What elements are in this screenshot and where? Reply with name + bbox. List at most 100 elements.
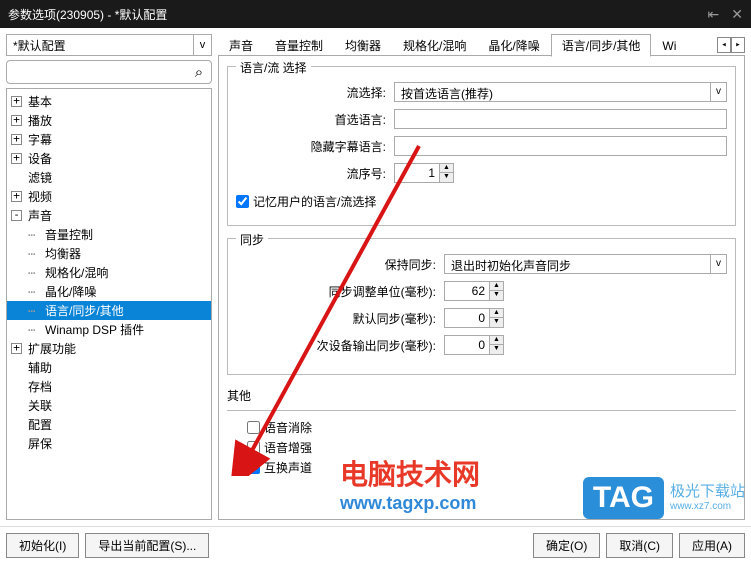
- tree-item[interactable]: 屏保: [7, 434, 211, 453]
- spinner-default-sync[interactable]: ▲▼: [444, 308, 504, 328]
- spin-down-icon[interactable]: ▼: [490, 345, 503, 354]
- spin-up-icon[interactable]: ▲: [490, 282, 503, 291]
- tree-toggle-icon[interactable]: +: [11, 96, 22, 107]
- chevron-down-icon[interactable]: v: [193, 35, 211, 55]
- tree-toggle-icon[interactable]: +: [11, 343, 22, 354]
- label-pref-lang: 首选语言:: [236, 111, 386, 128]
- tree-item[interactable]: 滤镜: [7, 168, 211, 187]
- tab[interactable]: Wi: [651, 36, 687, 56]
- label-hidden-sub: 隐藏字幕语言:: [236, 138, 386, 155]
- tree-item-label: 晶化/降噪: [45, 283, 96, 300]
- label-stream-select: 流选择:: [236, 84, 386, 101]
- select-stream[interactable]: 按首选语言(推荐) v: [394, 82, 727, 102]
- tree-item[interactable]: +视频: [7, 187, 211, 206]
- tree-item[interactable]: 关联: [7, 396, 211, 415]
- pin-icon[interactable]: ⇤: [708, 6, 720, 23]
- tree-item[interactable]: 辅助: [7, 358, 211, 377]
- tree-item-label: 配置: [28, 416, 52, 433]
- tree-item[interactable]: + 字幕: [7, 130, 211, 149]
- left-panel: *默认配置 v ⌕ +基本+播放+字幕+设备滤镜+视频-声音⋯音量控制⋯均衡器⋯…: [6, 34, 212, 520]
- tree-item[interactable]: 配置: [7, 415, 211, 434]
- tab[interactable]: 声音: [218, 34, 264, 57]
- checkbox-voice-remove[interactable]: [247, 421, 260, 434]
- tab[interactable]: 规格化/混响: [392, 34, 477, 57]
- tree-item[interactable]: ⋯音量控制: [7, 225, 211, 244]
- label-secondary-sync: 次设备输出同步(毫秒):: [236, 337, 436, 354]
- spin-up-icon[interactable]: ▲: [490, 336, 503, 345]
- input-secondary-sync[interactable]: [445, 336, 489, 354]
- search-icon[interactable]: ⌕: [187, 64, 211, 81]
- footer: 初始化(I) 导出当前配置(S)... 确定(O) 取消(C) 应用(A): [0, 526, 751, 564]
- spin-down-icon[interactable]: ▼: [440, 173, 453, 182]
- spin-up-icon[interactable]: ▲: [440, 164, 453, 173]
- spin-down-icon[interactable]: ▼: [490, 291, 503, 300]
- input-stream-no[interactable]: [395, 164, 439, 182]
- tree-item[interactable]: ⋯均衡器: [7, 244, 211, 263]
- checkbox-swap-channels[interactable]: [247, 461, 260, 474]
- input-default-sync[interactable]: [445, 309, 489, 327]
- spinner-secondary-sync[interactable]: ▲▼: [444, 335, 504, 355]
- label-swap-channels[interactable]: 互换声道: [264, 459, 312, 476]
- tree-item-label: 字幕: [28, 131, 52, 148]
- tree-item-label: 规格化/混响: [45, 264, 108, 281]
- section-other: 其他 语音消除 语音增强 互换声道: [227, 387, 736, 476]
- tree-item[interactable]: -声音: [7, 206, 211, 225]
- tree-toggle-icon[interactable]: +: [11, 115, 22, 126]
- nav-tree[interactable]: +基本+播放+字幕+设备滤镜+视频-声音⋯音量控制⋯均衡器⋯规格化/混响⋯晶化/…: [6, 88, 212, 520]
- checkbox-remember[interactable]: [236, 195, 249, 208]
- tree-item[interactable]: ⋯语言/同步/其他: [7, 301, 211, 320]
- close-icon[interactable]: ✕: [731, 6, 743, 23]
- tree-item[interactable]: +基本: [7, 92, 211, 111]
- checkbox-voice-enhance[interactable]: [247, 441, 260, 454]
- tree-item[interactable]: 存档: [7, 377, 211, 396]
- titlebar: 参数选项(230905) - *默认配置 ⇤ ✕: [0, 0, 751, 28]
- tree-item[interactable]: ⋯Winamp DSP 插件: [7, 320, 211, 339]
- apply-button[interactable]: 应用(A): [679, 533, 745, 558]
- section-other-title: 其他: [227, 387, 736, 404]
- chevron-down-icon[interactable]: v: [710, 83, 726, 101]
- tree-toggle-icon[interactable]: +: [11, 153, 22, 164]
- label-voice-remove[interactable]: 语音消除: [264, 419, 312, 436]
- tab[interactable]: 音量控制: [264, 34, 334, 57]
- tab-bar: 声音音量控制均衡器规格化/混响晶化/降噪语言/同步/其他Wi ◂▸: [218, 34, 745, 56]
- tree-item-label: 存档: [28, 378, 52, 395]
- input-sync-unit[interactable]: [445, 282, 489, 300]
- tree-item-label: 语言/同步/其他: [45, 302, 124, 319]
- tree-item[interactable]: +播放: [7, 111, 211, 130]
- input-pref-lang[interactable]: [394, 109, 727, 129]
- search-box[interactable]: ⌕: [6, 60, 212, 84]
- tree-item[interactable]: ⋯规格化/混响: [7, 263, 211, 282]
- tree-item[interactable]: ⋯晶化/降噪: [7, 282, 211, 301]
- label-sync-unit: 同步调整单位(毫秒):: [236, 283, 436, 300]
- tab[interactable]: 语言/同步/其他: [551, 34, 652, 57]
- right-panel: 声音音量控制均衡器规格化/混响晶化/降噪语言/同步/其他Wi◂▸ 语言/流 选择…: [218, 34, 745, 520]
- tab[interactable]: 均衡器: [334, 34, 392, 57]
- tab-scroll-right-icon[interactable]: ▸: [731, 37, 745, 53]
- chevron-down-icon[interactable]: v: [710, 255, 726, 273]
- ok-button[interactable]: 确定(O): [533, 533, 600, 558]
- tree-item-label: 辅助: [28, 359, 52, 376]
- tree-toggle-icon[interactable]: +: [11, 191, 22, 202]
- tab[interactable]: 晶化/降噪: [477, 34, 550, 57]
- tree-item-label: 均衡器: [45, 245, 81, 262]
- label-remember[interactable]: 记忆用户的语言/流选择: [253, 193, 376, 210]
- tree-item[interactable]: +设备: [7, 149, 211, 168]
- search-input[interactable]: [7, 63, 187, 81]
- cancel-button[interactable]: 取消(C): [606, 533, 673, 558]
- fieldset-sync-title: 同步: [236, 231, 268, 248]
- input-hidden-sub[interactable]: [394, 136, 727, 156]
- spin-up-icon[interactable]: ▲: [490, 309, 503, 318]
- spinner-stream-no[interactable]: ▲▼: [394, 163, 454, 183]
- tree-item[interactable]: +扩展功能: [7, 339, 211, 358]
- export-button[interactable]: 导出当前配置(S)...: [85, 533, 209, 558]
- tree-toggle-icon[interactable]: +: [11, 134, 22, 145]
- select-keep-sync[interactable]: 退出时初始化声音同步 v: [444, 254, 727, 274]
- preset-combo[interactable]: *默认配置 v: [6, 34, 212, 56]
- tab-scroll-left-icon[interactable]: ◂: [717, 37, 731, 53]
- tree-item-label: 屏保: [28, 435, 52, 452]
- spin-down-icon[interactable]: ▼: [490, 318, 503, 327]
- spinner-sync-unit[interactable]: ▲▼: [444, 281, 504, 301]
- tree-toggle-icon[interactable]: -: [11, 210, 22, 221]
- label-voice-enhance[interactable]: 语音增强: [264, 439, 312, 456]
- init-button[interactable]: 初始化(I): [6, 533, 79, 558]
